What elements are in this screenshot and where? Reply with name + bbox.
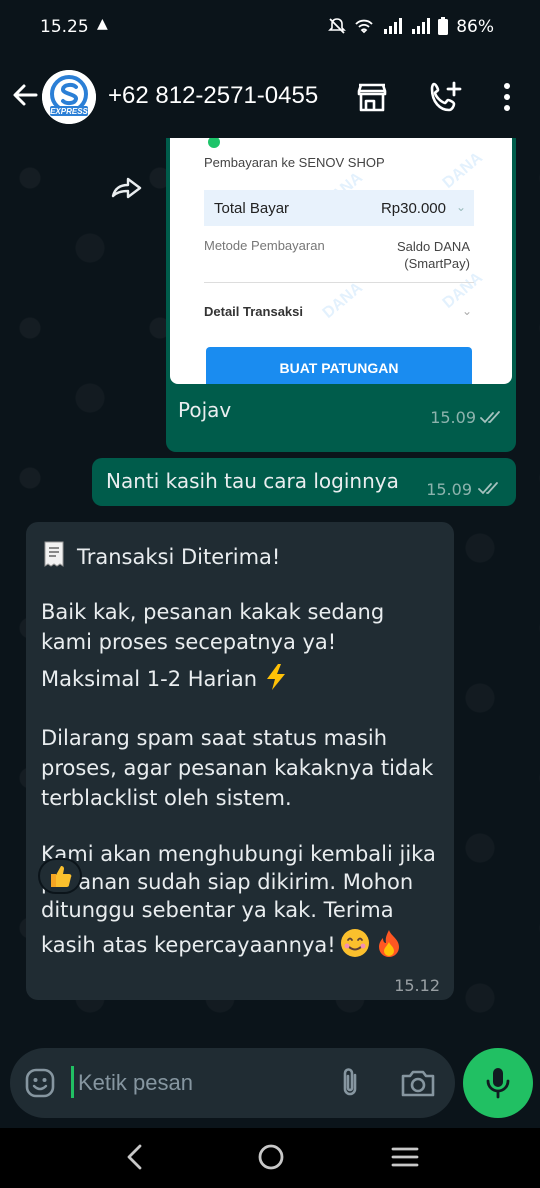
message-line-with-emoji: Maksimal 1-2 Harian xyxy=(41,662,291,692)
message-line: proses, agar pesanan kakaknya tidak xyxy=(41,756,434,780)
avatar-text: EXPRESS xyxy=(50,107,88,116)
chevron-down-icon: ⌄ xyxy=(461,304,472,318)
receipt-total-value: Rp30.000 xyxy=(380,200,446,217)
receipt-total-label: Total Bayar xyxy=(214,200,290,217)
message-line: Baik kak, pesanan kakak sedang xyxy=(41,600,385,624)
watermark: DANA xyxy=(319,279,366,322)
payment-receipt-image[interactable]: DANA DANA DANA DANA Pembayaran ke SENOV … xyxy=(170,138,512,384)
message-line: pesanan sudah siap dikirim. Mohon xyxy=(41,870,414,894)
status-bar: 15.25 ▲ 86% xyxy=(0,0,540,56)
reaction-badge[interactable] xyxy=(38,858,82,894)
contact-name[interactable]: +62 812-2571-0455 xyxy=(108,82,318,110)
nav-recents-icon[interactable] xyxy=(390,1144,420,1170)
call-add-icon[interactable] xyxy=(428,80,462,114)
signal-icon-2 xyxy=(412,18,430,34)
message-line: Kami akan menghubungi kembali jika xyxy=(41,842,436,866)
express-logo-icon: EXPRESS xyxy=(42,70,96,124)
message-line-with-emoji: kasih atas kepercayaannya! xyxy=(41,928,404,958)
image-caption: Pojav xyxy=(178,398,232,422)
message-time: 15.09 xyxy=(430,408,476,427)
read-ticks-icon xyxy=(480,411,500,424)
avatar[interactable]: EXPRESS xyxy=(42,70,96,124)
receipt-method-line1: Saldo DANA xyxy=(397,239,470,254)
receipt-detail-label: Detail Transaksi xyxy=(204,304,303,319)
message-input[interactable] xyxy=(78,1066,328,1100)
attach-icon[interactable] xyxy=(336,1066,364,1100)
text-caret xyxy=(71,1066,74,1098)
signal-icon xyxy=(384,18,402,34)
message-text: Nanti kasih tau cara loginnya xyxy=(106,469,399,493)
camera-icon[interactable] xyxy=(400,1068,436,1098)
buat-patungan-button: BUAT PATUNGAN xyxy=(206,347,472,384)
voice-message-button[interactable] xyxy=(463,1048,533,1118)
lightning-emoji-icon xyxy=(267,664,286,690)
incoming-message[interactable]: Transaksi Diterima! Baik kak, pesanan ka… xyxy=(26,522,454,1000)
chat-header: EXPRESS +62 812-2571-0455 xyxy=(0,56,540,138)
chat-area[interactable]: DANA DANA DANA DANA Pembayaran ke SENOV … xyxy=(0,138,540,1048)
forward-icon[interactable] xyxy=(110,174,144,200)
message-line: kasih atas kepercayaannya! xyxy=(41,933,336,957)
thumbs-up-emoji-icon xyxy=(51,866,72,887)
wifi-icon xyxy=(355,19,373,34)
store-icon[interactable] xyxy=(356,82,388,112)
receipt-method-label: Metode Pembayaran xyxy=(204,238,325,253)
battery-icon xyxy=(438,17,448,35)
alert-triangle-icon: ▲ xyxy=(97,16,108,32)
receipt-method-value: Saldo DANA (SmartPay) xyxy=(397,238,470,272)
nav-home-icon[interactable] xyxy=(256,1142,286,1172)
nav-back-icon[interactable] xyxy=(122,1142,148,1172)
fire-emoji-icon xyxy=(378,930,399,957)
message-line: Dilarang spam saat status masih xyxy=(41,726,387,750)
system-nav-bar xyxy=(0,1128,540,1188)
smiling-face-emoji-icon xyxy=(340,929,369,957)
message-composer xyxy=(10,1048,455,1118)
microphone-icon xyxy=(486,1068,510,1099)
status-dot xyxy=(208,138,220,148)
read-ticks-icon xyxy=(478,482,498,495)
message-title-line: Transaksi Diterima! xyxy=(41,540,280,569)
emoji-icon[interactable] xyxy=(24,1067,56,1099)
watermark: DANA xyxy=(439,149,486,192)
message-line: kami proses secepatnya ya! xyxy=(41,630,337,654)
message-line: ditunggu sebentar ya kak. Terima xyxy=(41,898,394,922)
receipt-emoji-icon xyxy=(44,541,64,567)
receipt-total-row: Total Bayar Rp30.000 ⌄ xyxy=(204,190,474,226)
back-arrow-icon[interactable] xyxy=(10,80,40,110)
chevron-down-icon: ⌄ xyxy=(455,200,466,214)
outgoing-image-message[interactable]: DANA DANA DANA DANA Pembayaran ke SENOV … xyxy=(166,138,516,452)
status-time: 15.25 xyxy=(40,17,89,37)
message-time: 15.12 xyxy=(394,976,440,995)
message-line: Maksimal 1-2 Harian xyxy=(41,667,258,691)
outgoing-text-message[interactable]: Nanti kasih tau cara loginnya 15.09 xyxy=(92,458,516,506)
battery-percent: 86% xyxy=(456,17,494,37)
receipt-method-line2: (SmartPay) xyxy=(404,256,470,271)
more-options-icon[interactable] xyxy=(498,80,516,114)
receipt-merchant: Pembayaran ke SENOV SHOP xyxy=(204,155,385,170)
message-title: Transaksi Diterima! xyxy=(77,545,281,569)
message-time: 15.09 xyxy=(426,480,472,499)
divider xyxy=(204,282,474,283)
status-icons xyxy=(328,17,448,35)
message-line: terblacklist oleh sistem. xyxy=(41,786,292,810)
mute-bell-icon xyxy=(328,18,346,34)
